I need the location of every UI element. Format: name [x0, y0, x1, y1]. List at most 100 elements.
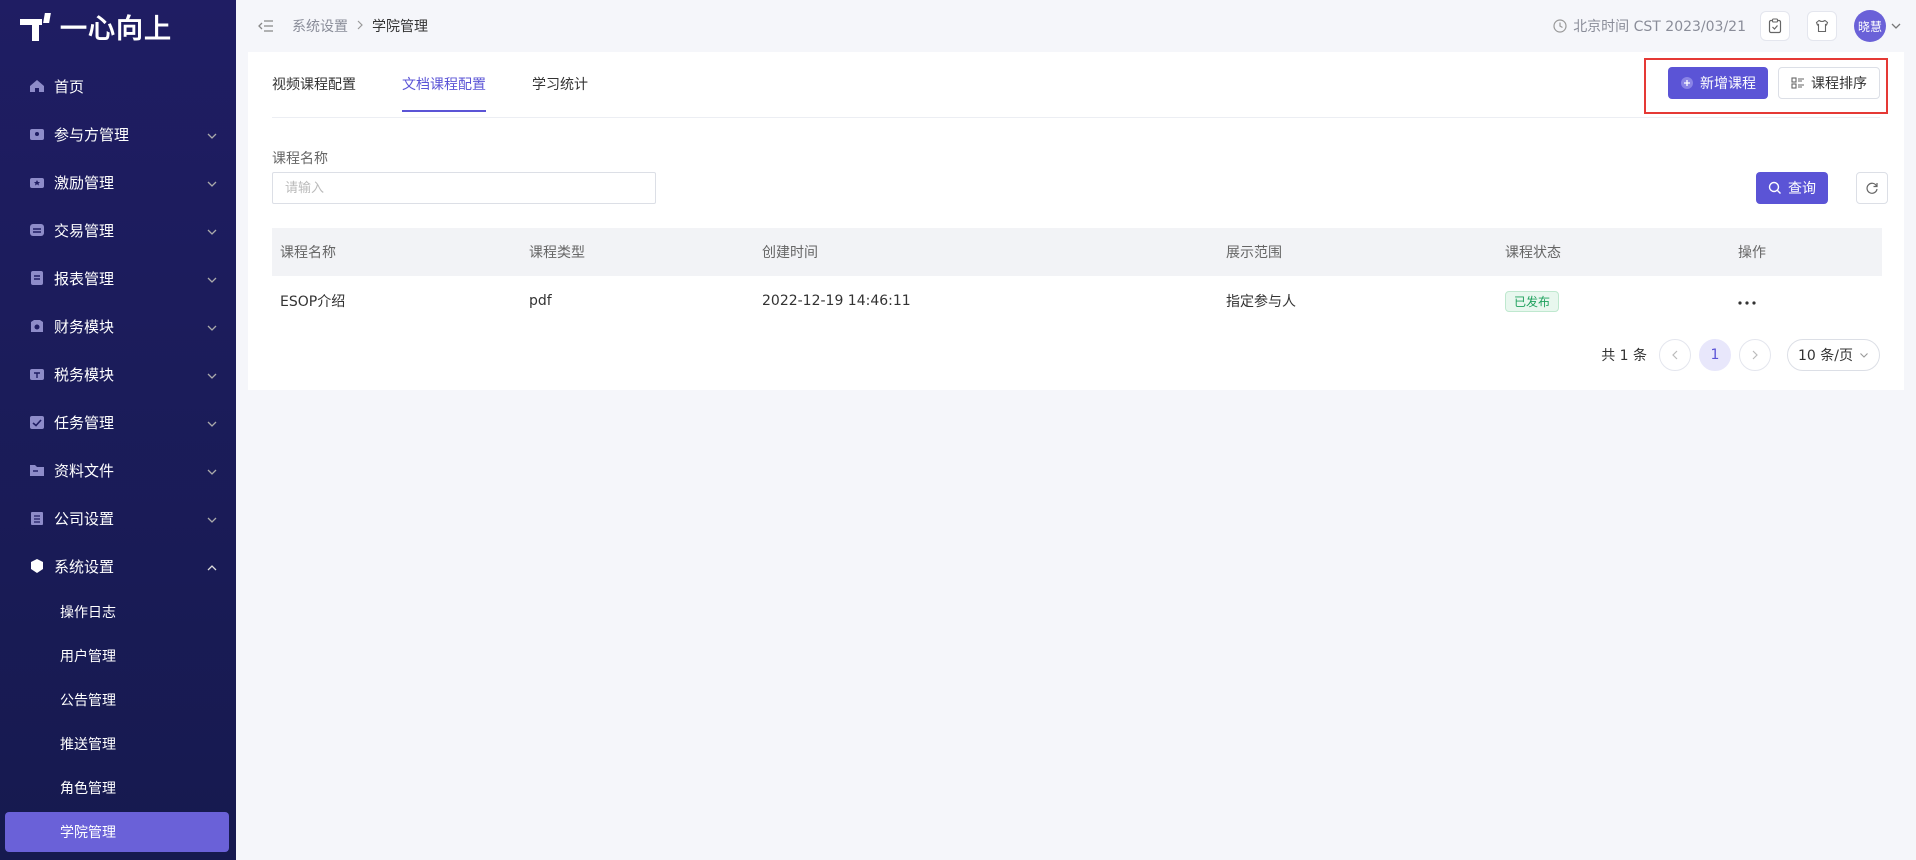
sidebar-item-files[interactable]: 资料文件: [0, 446, 236, 494]
sidebar-item-label: 资料文件: [54, 461, 115, 480]
system-icon: [28, 557, 46, 575]
breadcrumb-item[interactable]: 系统设置: [292, 16, 348, 36]
next-page-button[interactable]: [1739, 339, 1772, 371]
page-size-value: 10 条/页: [1798, 348, 1853, 364]
tab-bar: 视频课程配置 文档课程配置 学习统计: [272, 52, 1880, 118]
chevron-down-icon: [206, 128, 217, 139]
home-icon: [28, 77, 46, 95]
table-row: ESOP介绍 pdf 2022-12-19 14:46:11 指定参与人 已发布: [272, 276, 1882, 326]
search-icon: [1768, 181, 1781, 194]
more-actions-icon[interactable]: [1738, 301, 1756, 305]
column-header: 课程类型: [529, 245, 585, 261]
total-count: 共 1 条: [1601, 348, 1648, 364]
chevron-down-icon: [206, 368, 217, 379]
sort-course-label: 课程排序: [1811, 76, 1867, 92]
sidebar-subitem-academy[interactable]: 学院管理: [5, 812, 229, 852]
column-header: 课程状态: [1505, 245, 1561, 261]
report-icon: [28, 269, 46, 287]
chevron-left-icon: [1672, 350, 1678, 360]
course-name-input[interactable]: [272, 172, 656, 204]
tab-video-course[interactable]: 视频课程配置: [272, 74, 356, 110]
table-header: 课程名称 课程类型 创建时间 展示范围 课程状态 操作: [272, 228, 1882, 276]
chevron-down-icon: [206, 176, 217, 187]
chevron-down-icon: [206, 416, 217, 427]
trade-icon: [28, 221, 46, 239]
sidebar-item-home[interactable]: 首页: [0, 62, 236, 110]
sidebar-item-label: 激励管理: [54, 173, 115, 192]
sidebar-subitem-role[interactable]: 角色管理: [0, 766, 236, 810]
server-time-text: 北京时间 CST 2023/03/21: [1573, 19, 1746, 35]
brand-logo[interactable]: 一心向上: [0, 0, 236, 52]
actions-cell: [1730, 293, 1882, 309]
column-header: 展示范围: [1226, 245, 1282, 261]
chevron-right-icon: [1752, 350, 1758, 360]
sidebar-item-label: 公司设置: [54, 509, 115, 528]
sidebar-item-task[interactable]: 任务管理: [0, 398, 236, 446]
refresh-icon: [1866, 182, 1878, 194]
server-time: 北京时间 CST 2023/03/21: [1553, 16, 1746, 36]
sidebar-item-finance[interactable]: 财务模块: [0, 302, 236, 350]
sidebar-item-label: 任务管理: [54, 413, 115, 432]
status-cell: 已发布: [1497, 290, 1730, 312]
column-header: 课程名称: [280, 245, 336, 261]
sidebar-item-report[interactable]: 报表管理: [0, 254, 236, 302]
display-scope-cell: 指定参与人: [1226, 294, 1296, 310]
theme-icon: [1815, 19, 1829, 33]
chevron-down-icon[interactable]: [1890, 20, 1902, 32]
prev-page-button[interactable]: [1659, 339, 1692, 371]
chevron-up-icon: [206, 560, 217, 571]
page-size-select[interactable]: 10 条/页: [1787, 339, 1880, 371]
tab-document-course[interactable]: 文档课程配置: [402, 74, 486, 112]
tab-learning-stats[interactable]: 学习统计: [532, 74, 588, 110]
sidebar-subitem-operation-log[interactable]: 操作日志: [0, 590, 236, 634]
collapse-menu-icon[interactable]: [256, 16, 276, 36]
sidebar-item-label: 首页: [54, 77, 85, 96]
shirt-button[interactable]: [1807, 11, 1837, 41]
search-button[interactable]: 查询: [1756, 172, 1828, 204]
clipboard-check-icon: [1768, 18, 1782, 34]
user-avatar[interactable]: 晓慧: [1854, 10, 1886, 42]
tax-icon: [28, 365, 46, 383]
sidebar: 一心向上 首页 参与方管理 激励管理 交易管理 报表管理 财务模块 税务模块 任…: [0, 0, 236, 860]
add-course-button[interactable]: 新增课程: [1668, 67, 1768, 99]
sidebar-item-tax[interactable]: 税务模块: [0, 350, 236, 398]
pagination: 共 1 条 1 10 条/页: [1601, 339, 1880, 371]
sidebar-item-participants[interactable]: 参与方管理: [0, 110, 236, 158]
sidebar-subitem-user-management[interactable]: 用户管理: [0, 634, 236, 678]
reset-button[interactable]: [1856, 172, 1888, 204]
course-name-cell: ESOP介绍: [280, 294, 346, 310]
sidebar-subitem-announcement[interactable]: 公告管理: [0, 678, 236, 722]
clipboard-button[interactable]: [1760, 11, 1790, 41]
brand-name: 一心向上: [60, 13, 172, 45]
sidebar-item-incentive[interactable]: 激励管理: [0, 158, 236, 206]
folder-icon: [28, 461, 46, 479]
sidebar-menu: 首页 参与方管理 激励管理 交易管理 报表管理 财务模块 税务模块 任务管理 资…: [0, 62, 236, 852]
chevron-down-icon: [206, 224, 217, 235]
chevron-down-icon: [206, 320, 217, 331]
chevron-down-icon: [1860, 353, 1868, 358]
sidebar-subitem-push[interactable]: 推送管理: [0, 722, 236, 766]
company-icon: [28, 509, 46, 527]
column-header: 创建时间: [762, 245, 818, 261]
column-header: 操作: [1738, 245, 1766, 261]
chevron-right-icon: [356, 18, 364, 34]
clock-icon: [1553, 19, 1567, 33]
page-number-button[interactable]: 1: [1699, 339, 1732, 371]
course-table: 课程名称 课程类型 创建时间 展示范围 课程状态 操作 ESOP介绍 pdf 2…: [272, 228, 1882, 326]
sort-course-button[interactable]: 课程排序: [1778, 67, 1880, 99]
sidebar-item-label: 交易管理: [54, 221, 115, 240]
sidebar-item-company[interactable]: 公司设置: [0, 494, 236, 542]
sidebar-item-label: 报表管理: [54, 269, 115, 288]
sidebar-item-label: 系统设置: [54, 557, 115, 576]
sidebar-item-label: 税务模块: [54, 365, 115, 384]
logo-mark-icon: [20, 11, 54, 41]
course-type-cell: pdf: [529, 293, 552, 309]
finance-icon: [28, 317, 46, 335]
sidebar-item-system[interactable]: 系统设置: [0, 542, 236, 590]
course-name-label: 课程名称: [272, 151, 328, 167]
add-course-label: 新增课程: [1700, 76, 1756, 92]
sidebar-item-label: 参与方管理: [54, 125, 130, 144]
sidebar-item-trade[interactable]: 交易管理: [0, 206, 236, 254]
breadcrumb-current: 学院管理: [372, 19, 428, 35]
system-submenu: 操作日志 用户管理 公告管理 推送管理 角色管理 学院管理: [0, 590, 236, 852]
